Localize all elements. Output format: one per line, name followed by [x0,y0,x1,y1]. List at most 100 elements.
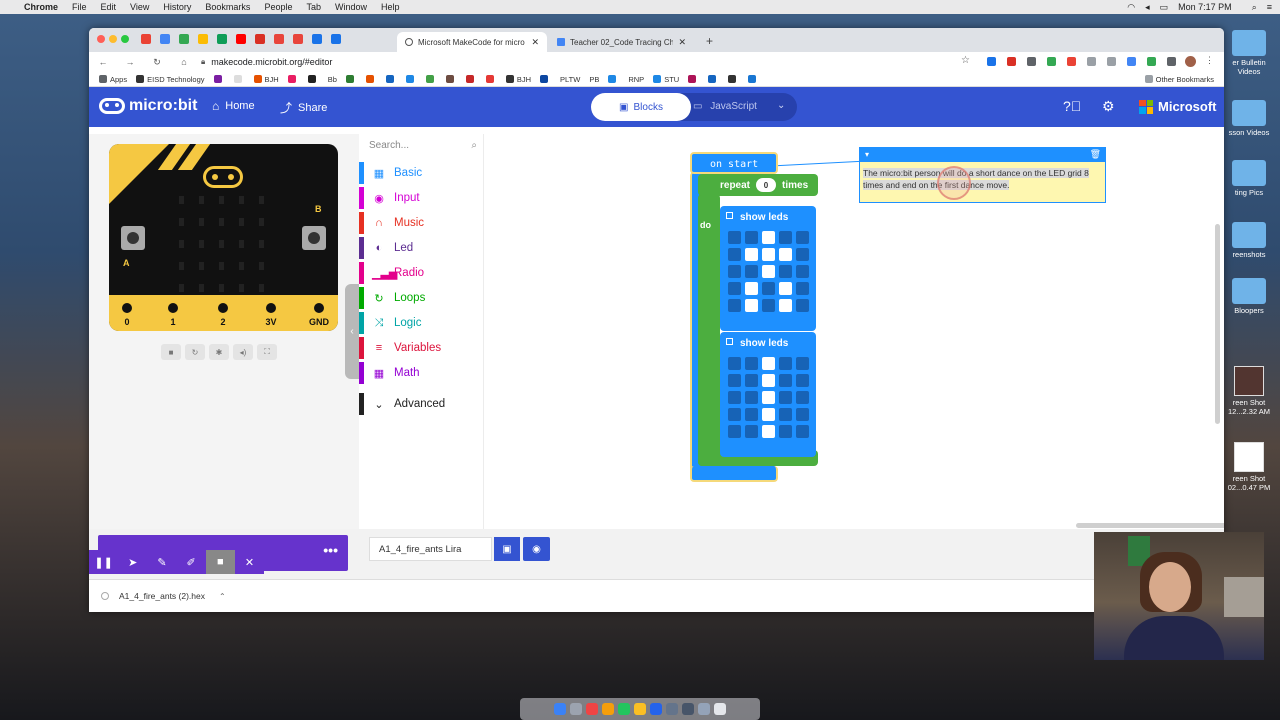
led-off[interactable] [796,391,809,404]
desktop-folder[interactable]: sson Videos [1222,100,1276,137]
download-item[interactable]: A1_4_fire_ants (2).hex ⌃ [101,591,226,601]
close-window-button[interactable] [97,35,105,43]
fullscreen-icon[interactable]: ⛶ [257,344,277,360]
menu-list-icon[interactable]: ≡ [1267,2,1272,12]
bookmark-icon[interactable] [708,75,719,83]
help-icon[interactable]: ?⃝ [1063,98,1081,114]
app-icon[interactable] [682,703,694,715]
microbit-logo[interactable]: micro:bit [99,97,197,115]
bookmark-icon[interactable] [345,75,357,83]
led-on[interactable] [762,231,775,244]
pinned-tab-icon[interactable] [274,34,284,44]
led-off[interactable] [728,282,741,295]
extension-icon[interactable] [1007,57,1016,66]
led-off[interactable] [779,231,792,244]
collapse-simulator-button[interactable]: ‹ [345,284,359,379]
category-logic[interactable]: ⤨ Logic [359,312,484,334]
bookmark-icon[interactable] [213,75,225,83]
other-bookmarks[interactable]: Other Bookmarks [1144,75,1214,84]
microsoft-logo[interactable]: Microsoft [1139,99,1217,114]
show-leds-block[interactable]: show leds [720,332,816,457]
menu-history[interactable]: History [163,2,191,12]
led-off[interactable] [762,282,775,295]
zoom-window-button[interactable] [121,35,129,43]
pinned-tab-icon[interactable] [312,34,322,44]
volume-icon[interactable]: ◂ [1145,2,1150,13]
led-on[interactable] [745,282,758,295]
led-off[interactable] [796,374,809,387]
forward-icon[interactable]: → [125,57,135,67]
bookmark-icon[interactable] [465,75,477,83]
repeat-block[interactable]: repeat 0 times [698,174,818,196]
pinned-tab-icon[interactable] [331,34,341,44]
javascript-tab[interactable]: ▭ JavaScript [693,101,757,112]
desktop-folder[interactable]: ting Pics [1222,160,1276,197]
battery-icon[interactable]: ▭ [1160,2,1169,13]
spotlight-icon[interactable]: ⌕ [1252,2,1257,13]
led-on[interactable] [762,391,775,404]
menubar-clock[interactable]: Mon 7:17 PM [1178,2,1232,12]
browser-menu-icon[interactable]: ⋮ [1205,55,1214,65]
led-matrix[interactable] [728,357,809,438]
led-off[interactable] [779,265,792,278]
pin-1[interactable]: 1 [158,301,188,327]
led-off[interactable] [728,374,741,387]
led-off[interactable] [728,299,741,312]
extension-icon[interactable] [987,57,996,66]
bookmark-icon[interactable] [233,75,245,83]
desktop-folder[interactable]: reenshots [1222,222,1276,259]
bookmark-icon[interactable] [540,75,551,83]
share-button[interactable]: ⤴ Share [280,99,327,116]
mute-icon[interactable]: ◂) [233,344,253,360]
led-off[interactable] [779,374,792,387]
pinned-tab-icon[interactable] [236,34,246,44]
led-on[interactable] [779,248,792,261]
lock-icon[interactable]: 🔒︎ [201,57,205,67]
menu-edit[interactable]: Edit [101,2,117,12]
extension-icon[interactable] [1087,57,1096,66]
pause-icon[interactable]: ❚❚ [89,556,118,569]
desktop-screenshot[interactable]: reen Shot 02...0.47 PM [1222,442,1276,492]
bookmark-pb[interactable]: PB [589,75,599,84]
led-off[interactable] [745,374,758,387]
comment-bubble[interactable]: ▾ 🗑︎ The micro:bit person will do a shor… [859,147,1106,203]
category-advanced[interactable]: ⌄ Advanced [359,393,484,415]
github-button[interactable]: ◉ [523,537,550,561]
bookmark-pltw[interactable]: PLTW [560,75,580,84]
led-off[interactable] [728,391,741,404]
led-off[interactable] [745,408,758,421]
collapse-comment-icon[interactable]: ▾ [865,150,869,159]
led-off[interactable] [779,408,792,421]
menu-bookmarks[interactable]: Bookmarks [205,2,250,12]
led-off[interactable] [728,425,741,438]
led-on[interactable] [762,425,775,438]
led-on[interactable] [762,408,775,421]
menu-window[interactable]: Window [335,2,367,12]
pin-3v[interactable]: 3V [256,301,286,327]
on-start-block[interactable]: on start [690,152,778,174]
bookmark-bjh-2[interactable]: BJH [505,75,531,84]
save-button[interactable]: ▣ [494,537,520,561]
bookmark-bjh[interactable]: BJH [253,75,279,84]
blocks-tab[interactable]: ▣ Blocks [591,93,691,121]
vertical-scrollbar[interactable] [1215,224,1220,424]
led-off[interactable] [779,391,792,404]
home-button[interactable]: ⌂ Home [212,99,255,113]
bookmark-apps[interactable]: Apps [99,75,127,84]
led-off[interactable] [796,299,809,312]
button-a[interactable] [121,226,145,250]
pointer-icon[interactable]: ➤ [118,556,147,569]
led-on[interactable] [762,248,775,261]
menu-app-name[interactable]: Chrome [24,2,58,12]
category-music[interactable]: ∩ Music [359,212,484,234]
pinned-tab-icon[interactable] [141,34,151,44]
calendar-icon[interactable] [586,703,598,715]
bookmark-rnp[interactable]: RNP [628,75,644,84]
home-icon[interactable]: ⌂ [179,57,189,67]
category-radio[interactable]: ▁▃▅ Radio [359,262,484,284]
bookmark-star-icon[interactable]: ☆ [961,55,970,66]
app-icon[interactable] [698,703,710,715]
app-icon[interactable] [650,703,662,715]
bookmark-stu[interactable]: STU [653,75,679,84]
led-off[interactable] [745,425,758,438]
